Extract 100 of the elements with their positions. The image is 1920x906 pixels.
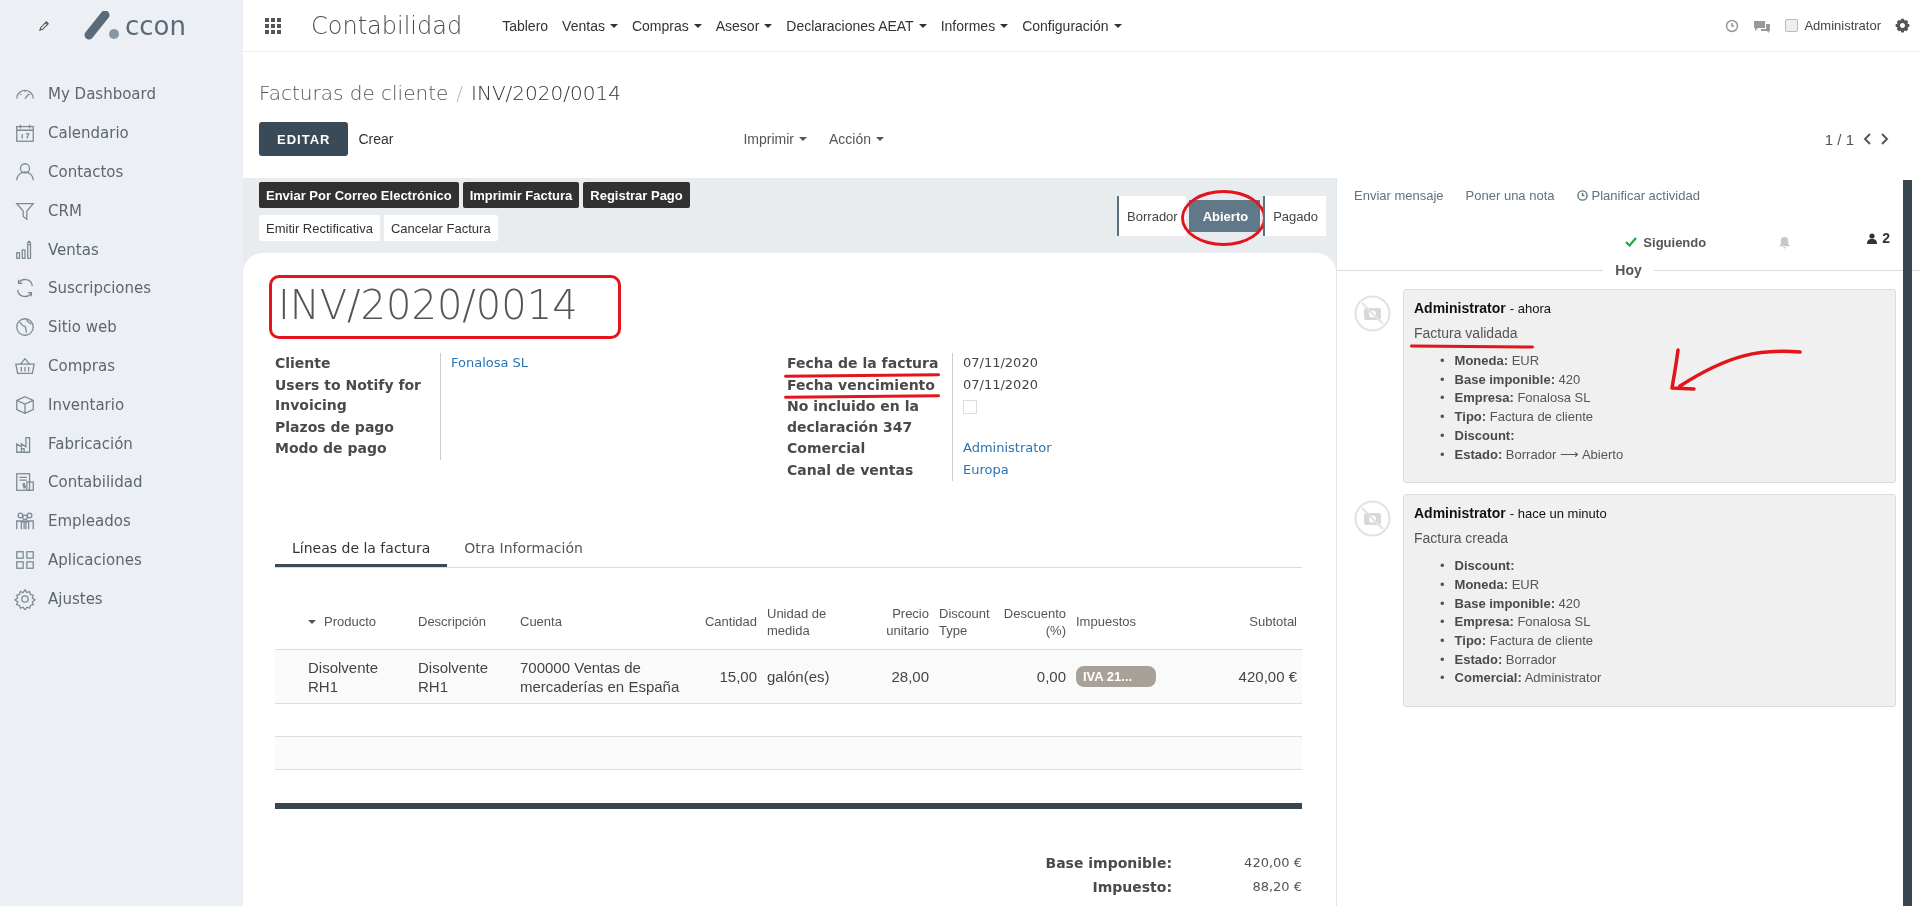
menu-item[interactable]: Compras <box>631 17 702 34</box>
action-button[interactable]: Imprimir Factura <box>462 182 580 208</box>
invoice-icon <box>14 471 36 494</box>
menu-item[interactable]: Ventas <box>562 17 618 34</box>
sidebar-item[interactable]: Ajustes <box>0 579 243 619</box>
action-button[interactable]: Cancelar Factura <box>383 215 498 241</box>
create-button[interactable]: Crear <box>348 131 404 147</box>
tracking-value: Tipo: Factura de cliente <box>1454 632 1594 651</box>
menu-item[interactable]: Configuración <box>1022 17 1122 34</box>
followers-button[interactable]: 2 <box>1861 229 1896 247</box>
status-step[interactable]: Borrador <box>1117 196 1186 236</box>
app-title: Contabilidad <box>311 11 463 40</box>
following-button[interactable]: Siguiendo <box>1619 233 1713 251</box>
status-step[interactable]: Abierto <box>1188 200 1261 232</box>
field-value: 07/11/2020 <box>963 355 1038 370</box>
column-header[interactable]: Precio unitario <box>854 604 934 639</box>
column-header[interactable]: Descripción <box>413 613 515 630</box>
list-bullet: • <box>1440 594 1445 613</box>
field-link[interactable]: Administrator <box>963 440 1052 455</box>
field-link[interactable]: Europa <box>963 461 1009 477</box>
checkbox[interactable] <box>963 400 977 414</box>
user-menu[interactable]: Administrator <box>1785 18 1881 33</box>
chatter-action[interactable]: Planificar actividad <box>1576 187 1700 203</box>
sidebar-item[interactable]: Inventario <box>0 385 243 425</box>
column-header[interactable]: Impuestos <box>1071 613 1197 630</box>
sidebar-item[interactable]: Fabricación <box>0 424 243 463</box>
sidebar-item[interactable]: Contactos <box>0 152 243 192</box>
column-label: Subtotal <box>1249 613 1297 630</box>
chatter-action[interactable]: Enviar mensaje <box>1354 187 1444 203</box>
avatar-placeholder <box>1785 19 1799 32</box>
sidebar-item[interactable]: Suscripciones <box>0 269 243 308</box>
message-time: - ahora <box>1509 301 1551 316</box>
list-bullet: • <box>1440 650 1445 669</box>
refresh-icon <box>14 277 36 300</box>
tab[interactable]: Líneas de la factura <box>275 533 448 567</box>
breadcrumb-link[interactable]: Facturas de cliente <box>259 81 449 105</box>
column-label: Descripción <box>418 613 486 630</box>
column-header[interactable]: Unidad de medida <box>762 604 854 639</box>
action-button[interactable]: Emitir Rectificativa <box>259 215 380 241</box>
record-title: INV/2020/0014 <box>278 282 578 328</box>
column-header[interactable]: Cuenta <box>515 613 690 630</box>
status-step[interactable]: Pagado <box>1263 196 1326 236</box>
tracking-value: Moneda: EUR <box>1454 352 1540 370</box>
table-cell-text: galón(es) <box>766 667 831 686</box>
sidebar-item[interactable]: Contabilidad <box>0 462 243 502</box>
tracking-value: Estado: Borrador <box>1454 650 1557 669</box>
message-author: Administrator <box>1414 300 1506 316</box>
sidebar-item[interactable]: CRM <box>0 191 243 231</box>
menu-item[interactable]: Declaraciones AEAT <box>786 17 927 34</box>
settings-icon <box>1895 18 1910 33</box>
tab[interactable]: Otra Información <box>447 533 600 567</box>
table-cell-text: 28,00 <box>890 667 930 686</box>
chatter-action[interactable]: Poner una nota <box>1465 187 1555 203</box>
column-label: Producto <box>324 613 377 630</box>
column-header[interactable]: Producto <box>303 613 413 630</box>
sidebar-item[interactable]: My Dashboard <box>0 75 243 114</box>
scrollbar[interactable] <box>1903 180 1912 906</box>
chevron-right-icon[interactable] <box>1880 132 1890 146</box>
field-label: Cliente <box>275 355 331 371</box>
field-label: No incluido en la declaración 347 <box>787 398 919 435</box>
date-separator: Hoy <box>1615 262 1642 278</box>
table-cell-text: 0,00 <box>1035 667 1067 686</box>
action-button[interactable]: Enviar Por Correo Electrónico <box>259 182 459 208</box>
total-value: 420,00 € <box>1243 855 1302 871</box>
sidebar-item[interactable]: Aplicaciones <box>0 540 243 580</box>
field-label: Fecha vencimiento <box>787 376 935 393</box>
sidebar-item[interactable]: Sitio web <box>0 307 243 347</box>
bell-icon[interactable] <box>1778 235 1792 249</box>
table-cell-text: 15,00 <box>718 667 758 686</box>
total-label: Base imponible: <box>1044 855 1172 871</box>
tracking-value: Empresa: Fonalosa SL <box>1454 389 1591 408</box>
sidebar-item[interactable]: Compras <box>0 346 243 386</box>
box-icon <box>14 393 36 416</box>
column-header[interactable]: Cantidad <box>690 613 762 630</box>
tracking-value: Tipo: Factura de cliente <box>1454 408 1594 427</box>
column-label: Unidad de medida <box>767 604 828 639</box>
table-cell-text: 420,00 € <box>1237 667 1298 686</box>
field-link[interactable]: Fonalosa SL <box>451 355 529 370</box>
menu-item[interactable]: Informes <box>940 17 1009 34</box>
sidebar-item[interactable]: Calendario <box>0 113 243 153</box>
tax-tag: IVA 21... <box>1076 666 1156 687</box>
sidebar-item[interactable]: Empleados <box>0 501 243 541</box>
field-label: Canal de ventas <box>787 461 914 478</box>
clock-icon <box>1725 18 1740 33</box>
dropdown-toggle[interactable]: Acción <box>829 131 885 147</box>
action-button[interactable]: Registrar Pago <box>583 182 690 208</box>
sidebar-item[interactable]: Ventas <box>0 230 243 269</box>
list-bullet: • <box>1440 408 1445 427</box>
menu-item[interactable]: Asesor <box>715 17 773 34</box>
person-icon <box>1867 232 1878 244</box>
dropdown-toggle[interactable]: Imprimir <box>743 131 807 147</box>
grid-icon <box>14 548 36 571</box>
field-label: Plazos de pago <box>275 418 394 435</box>
column-header[interactable]: Subtotal <box>1197 613 1302 630</box>
chevron-left-icon[interactable] <box>1862 132 1872 146</box>
pager-value: 1 / 1 <box>1824 130 1854 148</box>
edit-button[interactable]: EDITAR <box>259 122 349 156</box>
menu-item[interactable]: Tablero <box>502 17 549 34</box>
breadcrumb-current: INV/2020/0014 <box>471 81 621 105</box>
avatar-placeholder-icon <box>1354 500 1391 538</box>
